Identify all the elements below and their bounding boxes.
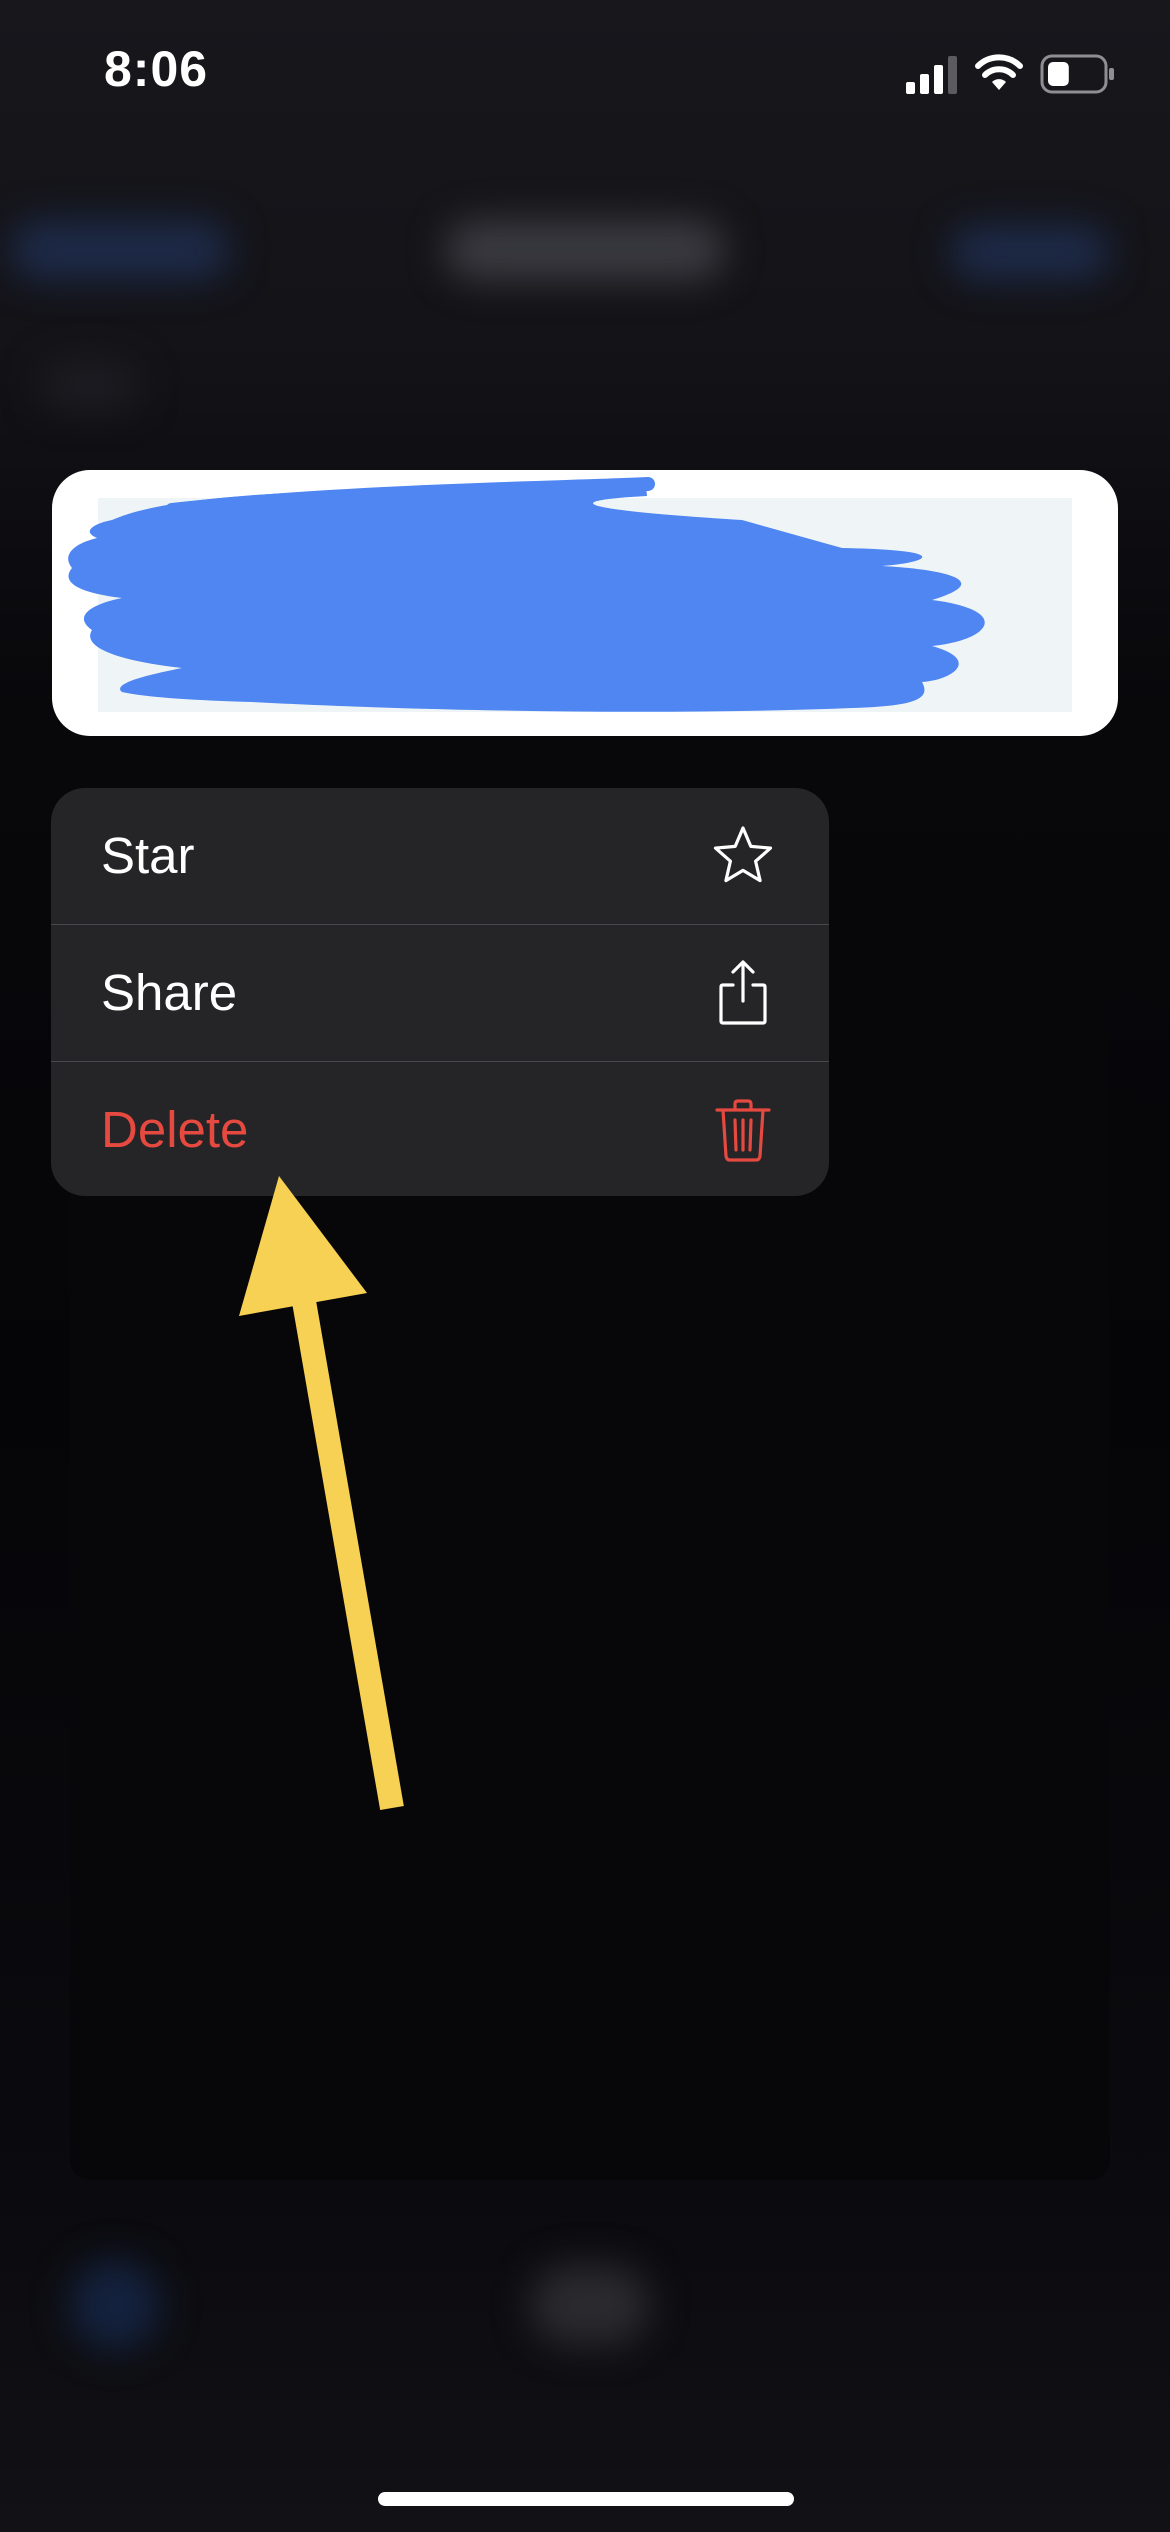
battery-icon (1040, 54, 1114, 94)
trash-icon (715, 1099, 771, 1162)
share-icon (719, 960, 767, 1025)
redaction-scribble (68, 477, 985, 712)
wifi-icon (975, 54, 1023, 90)
menu-item-delete[interactable]: Delete (51, 1062, 829, 1196)
menu-item-label: Star (101, 827, 195, 884)
status-time: 8:06 (104, 41, 209, 97)
blurred-nav-title (445, 220, 725, 280)
blurred-tab-icon (70, 2260, 160, 2350)
cellular-signal-icon (906, 56, 957, 94)
blurred-nav-action-button (950, 225, 1110, 280)
menu-item-label: Delete (101, 1101, 249, 1158)
context-menu: Star Share Delete (51, 788, 829, 1196)
blurred-background (0, 0, 1170, 2532)
home-indicator[interactable] (378, 2492, 794, 2506)
menu-item-star[interactable]: Star (51, 788, 829, 924)
blurred-tab-icon (530, 2265, 650, 2345)
status-bar: 8:06 (0, 0, 1170, 150)
menu-item-label: Share (101, 964, 238, 1021)
menu-item-share[interactable]: Share (51, 925, 829, 1061)
blurred-subheader (40, 360, 140, 410)
blurred-nav-back-button (10, 220, 230, 280)
message-preview-card (52, 470, 1118, 736)
star-icon (713, 826, 773, 883)
